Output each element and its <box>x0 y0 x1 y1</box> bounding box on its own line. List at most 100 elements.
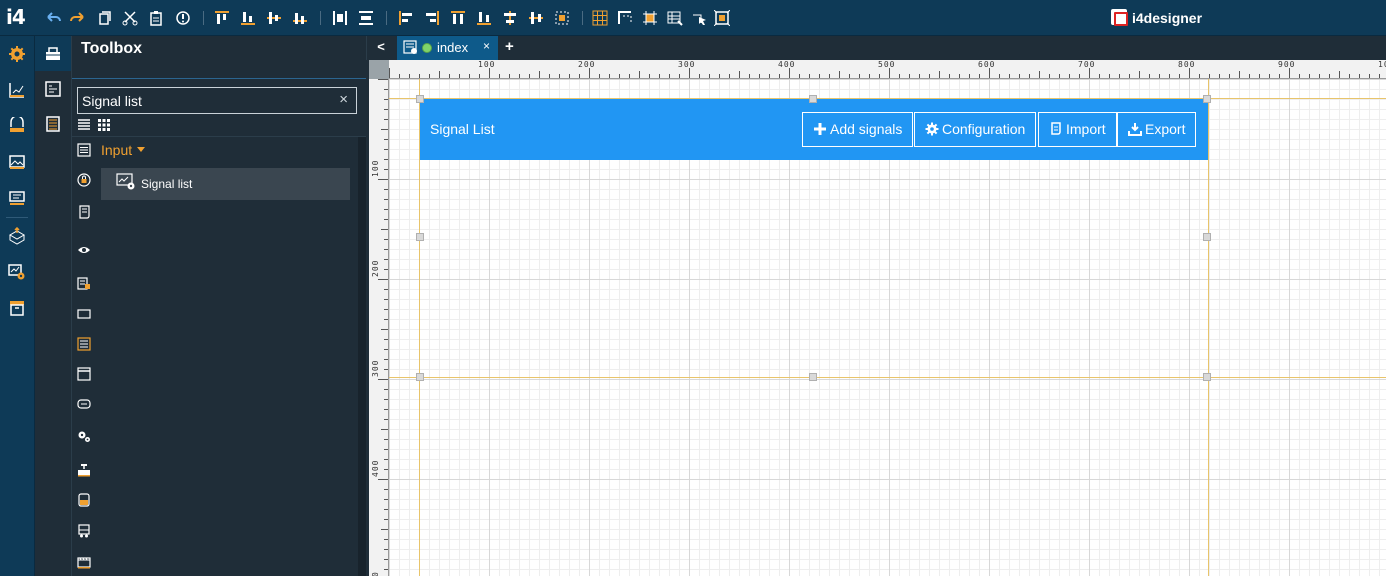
toolbox-item-signal-list[interactable]: Signal list <box>101 168 350 200</box>
select-icon[interactable] <box>642 10 658 26</box>
copy-icon[interactable] <box>96 10 112 26</box>
image-icon[interactable] <box>8 153 26 171</box>
distribute-horizontal-icon[interactable] <box>332 10 348 26</box>
resize-handle[interactable] <box>416 233 424 241</box>
ruler-tick <box>384 99 388 100</box>
tab-index[interactable]: index × <box>397 36 498 60</box>
ruler-label: 200 <box>371 259 380 277</box>
resize-handle[interactable] <box>1203 95 1211 103</box>
vehicle-category-icon[interactable] <box>77 524 91 538</box>
toolbox-scrollbar[interactable] <box>358 137 366 576</box>
visibility-category-icon[interactable] <box>77 243 91 257</box>
configuration-button[interactable]: Configuration <box>914 112 1037 147</box>
cut-icon[interactable] <box>122 10 138 26</box>
input-category-icon[interactable] <box>77 143 91 157</box>
window-category-icon[interactable] <box>77 367 91 381</box>
ruler-tick <box>384 239 388 240</box>
distribute-vertical-icon[interactable] <box>358 10 374 26</box>
align-bottom-icon[interactable] <box>240 10 256 26</box>
fit-icon[interactable] <box>554 10 570 26</box>
document-icon[interactable] <box>45 116 61 132</box>
redo-icon[interactable] <box>70 10 86 26</box>
app-logo: i4 <box>6 5 26 29</box>
paste-icon[interactable] <box>148 10 164 26</box>
center-horizontal-icon[interactable] <box>502 10 518 26</box>
status-dot <box>422 43 432 53</box>
ruler-tick <box>378 379 388 380</box>
table-icon[interactable] <box>667 10 683 26</box>
ruler-tick <box>479 74 480 78</box>
resize-handle[interactable] <box>1203 233 1211 241</box>
lock-category-icon[interactable] <box>77 173 91 187</box>
signal-list-widget[interactable]: Signal List Add signals Configuration Im… <box>420 99 1208 160</box>
ruler-corner <box>369 60 389 79</box>
ruler-tick <box>384 549 388 550</box>
dashboard-icon[interactable] <box>45 81 61 97</box>
ruler-tick <box>384 499 388 500</box>
align-middle-icon[interactable] <box>266 10 282 26</box>
ruler-tick <box>1089 68 1090 78</box>
frame-icon[interactable] <box>714 10 730 26</box>
collapse-panel-button[interactable]: < <box>367 36 395 60</box>
resize-handle[interactable] <box>1203 373 1211 381</box>
align-right-icon[interactable] <box>424 10 440 26</box>
resize-handle[interactable] <box>809 95 817 103</box>
ruler-tick <box>939 71 940 78</box>
settings-gear-icon[interactable] <box>8 45 26 63</box>
device-icon[interactable] <box>8 117 26 135</box>
media-category-icon[interactable] <box>77 555 91 569</box>
snap-icon[interactable] <box>617 10 633 26</box>
ruler-label: 900 <box>1278 60 1296 69</box>
grid-view-icon[interactable] <box>97 118 111 132</box>
package-upload-icon[interactable] <box>8 227 26 245</box>
ruler-tick <box>1159 74 1160 78</box>
ruler-tick <box>689 68 690 78</box>
align-left-icon[interactable] <box>398 10 414 26</box>
script-category-icon[interactable] <box>77 205 91 219</box>
add-tab-button[interactable]: + <box>505 38 514 55</box>
toolbox-icon[interactable] <box>45 46 61 62</box>
undo-icon[interactable] <box>45 10 61 26</box>
monitor-icon[interactable] <box>8 189 26 207</box>
list-view-icon[interactable] <box>77 118 91 132</box>
close-tab-icon[interactable]: × <box>483 39 490 53</box>
ruler-tick <box>384 509 388 510</box>
export-button[interactable]: Export <box>1117 112 1197 147</box>
align-top-icon[interactable] <box>214 10 230 26</box>
ruler-tick <box>489 68 490 78</box>
center-vertical-icon[interactable] <box>528 10 544 26</box>
resize-handle[interactable] <box>416 95 424 103</box>
ruler-tick <box>979 74 980 78</box>
ruler-tick <box>1059 74 1060 78</box>
alarm-category-icon[interactable] <box>77 276 91 290</box>
gears-category-icon[interactable] <box>77 429 91 443</box>
tank-category-icon[interactable] <box>77 493 91 507</box>
ruler-tick <box>1309 74 1310 78</box>
add-signals-button[interactable]: Add signals <box>802 112 914 147</box>
container-category-icon[interactable] <box>77 307 91 321</box>
chart-icon[interactable] <box>8 81 26 99</box>
grid-icon[interactable] <box>592 10 608 26</box>
align-baseline-icon[interactable] <box>292 10 308 26</box>
resize-handle[interactable] <box>809 373 817 381</box>
ruler-tick <box>669 74 670 78</box>
ruler-tick <box>384 119 388 120</box>
signal-settings-icon[interactable] <box>8 263 26 281</box>
pointer-icon[interactable] <box>692 10 708 26</box>
toolbox-panel: Toolbox × Input Signal list <box>72 36 366 576</box>
align-bottom-edge-icon[interactable] <box>476 10 492 26</box>
import-button[interactable]: Import <box>1038 112 1117 147</box>
category-input[interactable]: Input <box>101 142 146 158</box>
ruler-tick <box>1009 74 1010 78</box>
info-icon[interactable] <box>175 10 191 26</box>
list-category-icon[interactable] <box>77 337 91 351</box>
archive-icon[interactable] <box>8 299 26 317</box>
resize-handle[interactable] <box>416 373 424 381</box>
valve-category-icon[interactable] <box>77 463 91 477</box>
ruler-tick <box>959 74 960 78</box>
clear-search-icon[interactable]: × <box>339 91 348 108</box>
ruler-label: 600 <box>978 60 996 69</box>
align-top-edge-icon[interactable] <box>450 10 466 26</box>
toolbox-search-input[interactable] <box>82 91 332 110</box>
button-category-icon[interactable] <box>77 397 91 411</box>
